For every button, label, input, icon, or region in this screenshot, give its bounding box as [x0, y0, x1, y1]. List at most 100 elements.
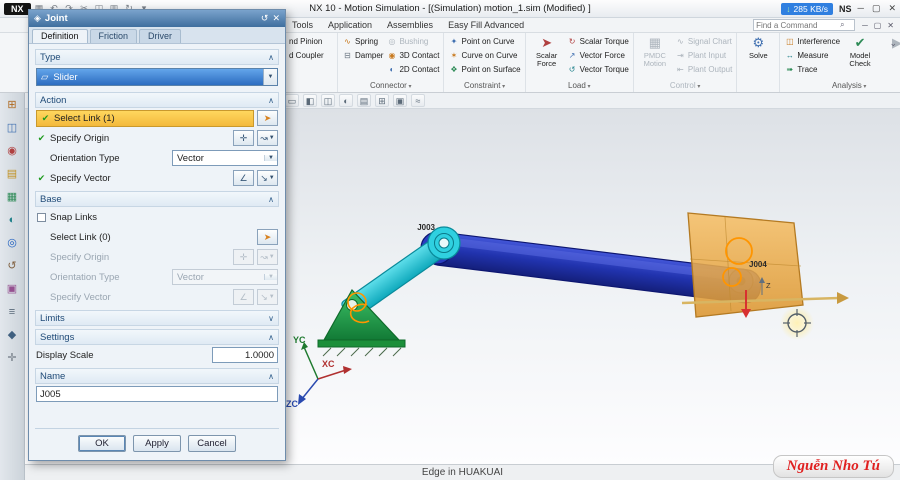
- svg-text:YC: YC: [293, 335, 306, 345]
- maximize-button[interactable]: ▢: [872, 3, 881, 14]
- ok-button[interactable]: OK: [78, 435, 126, 452]
- chevron-up-icon: ∧: [268, 52, 274, 62]
- damper-button[interactable]: ⊟ Damper: [342, 49, 383, 62]
- constraint-group-label[interactable]: Constraint: [444, 81, 524, 92]
- measure-button[interactable]: ↔ Measure: [784, 49, 840, 62]
- section-view-icon[interactable]: ≈: [411, 94, 425, 107]
- joint-label-j003: J003: [417, 223, 435, 232]
- action-point-dialog-button[interactable]: ✛: [233, 130, 254, 146]
- point-on-surface-icon: ❖: [450, 65, 458, 74]
- hd3d-tools-icon[interactable]: ◐: [9, 215, 16, 226]
- window-icon[interactable]: ⊞: [375, 94, 389, 107]
- display-scale-input[interactable]: [212, 347, 278, 363]
- find-command-input[interactable]: [756, 20, 841, 30]
- roles-icon[interactable]: ◆: [8, 330, 16, 341]
- dialog-reset-icon[interactable]: ↺: [261, 13, 269, 24]
- action-orientation-type-label: Orientation Type: [50, 152, 120, 164]
- section-settings[interactable]: Settings ∧: [35, 329, 279, 345]
- reuse-library-icon[interactable]: ▦: [7, 192, 17, 203]
- type-dropdown-arrow[interactable]: ▼: [263, 69, 277, 85]
- section-base[interactable]: Base ∧: [35, 191, 279, 207]
- trace-button[interactable]: ➠ Trace: [784, 63, 840, 76]
- shaded-view-icon[interactable]: ◧: [303, 94, 317, 107]
- base-select-link-label[interactable]: Select Link (0): [36, 232, 254, 243]
- interference-button[interactable]: ◫ Interference: [784, 35, 840, 48]
- child-restore-button[interactable]: ▢: [874, 21, 882, 30]
- action-select-link-step[interactable]: ✔ Select Link (1): [36, 109, 254, 127]
- section-action[interactable]: Action ∧: [35, 92, 279, 108]
- point-on-curve-button[interactable]: ✦ Point on Curve: [448, 35, 520, 48]
- cancel-button[interactable]: Cancel: [188, 435, 236, 452]
- minimize-button[interactable]: ─: [858, 3, 864, 14]
- motion-navigator-icon[interactable]: ⊞: [7, 100, 16, 111]
- vector-torque-button[interactable]: ↺ Vector Torque: [567, 63, 629, 76]
- fit-view-icon[interactable]: ▭: [285, 94, 299, 107]
- scalar-force-button[interactable]: ➤ Scalar Force: [530, 35, 564, 80]
- dialog-close-icon[interactable]: ✕: [272, 13, 280, 24]
- solve-button[interactable]: ⚙ Solve: [741, 35, 775, 80]
- analysis-group-label[interactable]: Analysis: [780, 81, 900, 92]
- tab-tools[interactable]: Tools: [292, 20, 313, 30]
- scalar-force-icon: ➤: [541, 35, 553, 50]
- curve-on-curve-button[interactable]: ✶ Curve on Curve: [448, 49, 520, 62]
- search-icon: ⌕: [840, 20, 845, 29]
- assembly-navigator-icon[interactable]: ◫: [7, 123, 17, 134]
- manage-icon[interactable]: ≡: [9, 307, 15, 318]
- 2d-contact-button[interactable]: ◐ 2D Contact: [386, 63, 440, 76]
- web-browser-icon[interactable]: ◎: [7, 238, 17, 249]
- action-select-link-button[interactable]: ➤: [257, 110, 278, 126]
- base-select-link-button[interactable]: ➤: [257, 229, 278, 245]
- ribbon-group-load: ➤ Scalar Force ↻ Scalar Torque ↗ Vector For…: [526, 33, 634, 92]
- control-group-label[interactable]: Control: [634, 81, 736, 92]
- tab-driver[interactable]: Driver: [139, 29, 182, 43]
- ribbon-group-constraint: ✦ Point on Curve ✶ Curve on Curve ❖ Point o…: [444, 33, 526, 92]
- child-minimize-button[interactable]: ─: [862, 21, 868, 30]
- touch-mode-icon[interactable]: ✛: [7, 353, 16, 364]
- snap-links-checkbox[interactable]: [37, 212, 46, 222]
- close-button[interactable]: ✕: [888, 3, 896, 14]
- base-point-options-button: ↝ ▼: [257, 249, 278, 265]
- tab-assemblies[interactable]: Assemblies: [387, 20, 433, 30]
- joint-dialog-titlebar[interactable]: ◈ Joint ↺ ✕: [29, 10, 285, 27]
- child-close-button[interactable]: ✕: [887, 21, 894, 30]
- scalar-torque-button[interactable]: ↻ Scalar Torque: [567, 35, 629, 48]
- 3d-contact-button[interactable]: ◉ 3D Contact: [386, 49, 439, 62]
- section-limits[interactable]: Limits ∨: [35, 310, 279, 326]
- action-specify-origin-label[interactable]: Specify Origin: [50, 133, 230, 144]
- object-display-icon[interactable]: ▣: [393, 94, 407, 107]
- joint-name-input[interactable]: [36, 386, 278, 402]
- tab-application[interactable]: Application: [328, 20, 372, 30]
- section-type[interactable]: Type ∧: [35, 49, 279, 65]
- show-hide-icon[interactable]: ◐: [339, 94, 353, 107]
- command-finder[interactable]: ⌕: [753, 19, 856, 31]
- joint-type-select[interactable]: ▱ Slider ▼: [36, 68, 278, 86]
- wireframe-view-icon[interactable]: ◫: [321, 94, 335, 107]
- bushing-icon: ◎: [388, 37, 396, 46]
- history-icon[interactable]: ↺: [7, 261, 16, 272]
- constraint-navigator-icon[interactable]: ◉: [7, 146, 17, 157]
- point-on-surface-button[interactable]: ❖ Point on Surface: [448, 63, 520, 76]
- tab-friction[interactable]: Friction: [89, 29, 138, 43]
- apply-button[interactable]: Apply: [133, 435, 181, 452]
- action-orientation-type-select[interactable]: Vector ▼: [172, 150, 278, 166]
- action-specify-vector-label[interactable]: Specify Vector: [50, 173, 230, 184]
- tab-definition[interactable]: Definition: [32, 29, 88, 43]
- snap-links-label: Snap Links: [50, 211, 98, 223]
- nx-logo: NX: [4, 2, 31, 15]
- load-group-label[interactable]: Load: [526, 81, 633, 92]
- section-name[interactable]: Name ∧: [35, 368, 279, 384]
- action-point-options-button[interactable]: ↝ ▼: [257, 130, 278, 146]
- dropdown-arrow-icon: ▼: [264, 155, 277, 161]
- signal-chart-button: ∿ Signal Chart: [675, 35, 732, 48]
- part-navigator-icon[interactable]: ▤: [7, 169, 17, 180]
- ribbon-expand-icon[interactable]: ⌄: [889, 38, 897, 49]
- process-studio-icon[interactable]: ▣: [7, 284, 17, 295]
- vector-force-button[interactable]: ↗ Vector Force: [567, 49, 629, 62]
- connector-group-label[interactable]: Connector: [338, 81, 443, 92]
- layer-settings-icon[interactable]: ▤: [357, 94, 371, 107]
- tab-easy-fill-advanced[interactable]: Easy Fill Advanced: [448, 20, 524, 30]
- action-vector-options-button[interactable]: ↘ ▼: [257, 170, 278, 186]
- action-vector-dialog-button[interactable]: ∠: [233, 170, 254, 186]
- spring-button[interactable]: ∿ Spring: [342, 35, 383, 48]
- model-check-button[interactable]: ✔ Model Check: [843, 35, 877, 80]
